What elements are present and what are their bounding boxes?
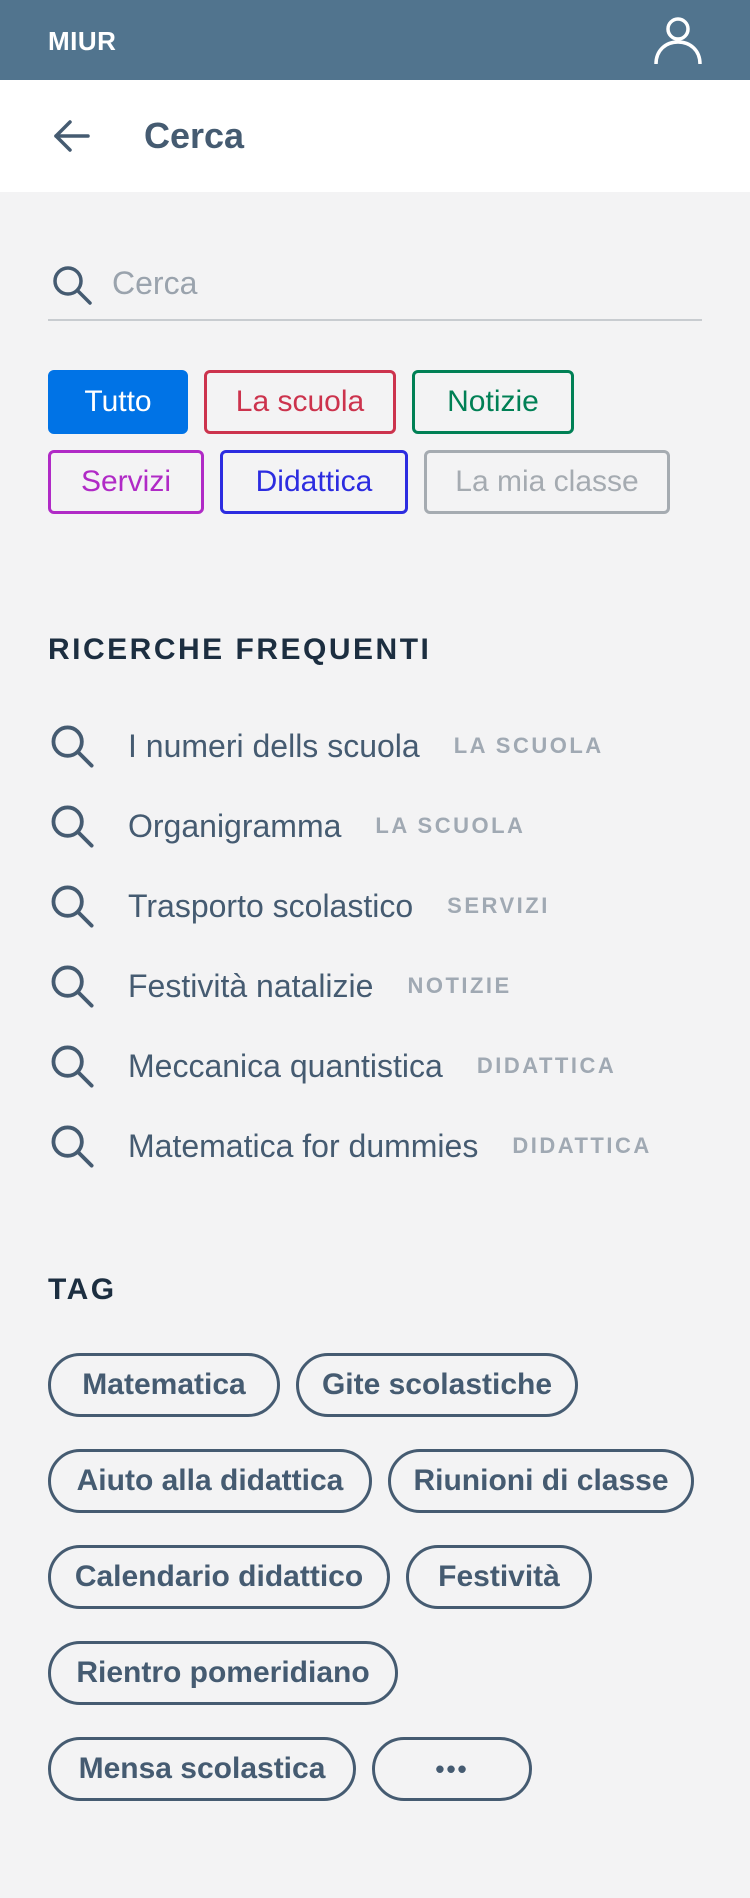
frequent-search-text: Organigramma: [128, 807, 342, 844]
frequent-search-text: Trasporto scolastico: [128, 887, 414, 924]
filter-label: Servizi: [80, 465, 171, 498]
search-icon: [53, 266, 92, 305]
filter-servizi[interactable]: Servizi: [48, 450, 204, 514]
frequent-searches-title: RICERCHE FREQUENTI: [48, 633, 432, 666]
frequent-search-item[interactable]: Matematica for dummies DIDATTICA: [48, 1116, 708, 1176]
frequent-search-category: SERVIZI: [447, 893, 550, 918]
filter-label: Notizie: [447, 385, 539, 418]
more-tags-button[interactable]: •••: [372, 1737, 532, 1801]
frequent-search-item[interactable]: Meccanica quantistica DIDATTICA: [48, 1036, 708, 1096]
search-input[interactable]: [112, 255, 692, 311]
frequent-search-category: DIDATTICA: [476, 1053, 617, 1078]
tag-chip[interactable]: Mensa scolastica: [48, 1737, 356, 1801]
search-icon: [51, 1045, 94, 1088]
search-icon: [51, 725, 94, 768]
search-icon: [51, 1125, 94, 1168]
frequent-search-category: DIDATTICA: [512, 1133, 652, 1158]
page-title: Cerca: [144, 115, 245, 156]
filter-didattica[interactable]: Didattica: [220, 450, 408, 514]
filter-label: Tutto: [84, 385, 152, 418]
brand-label: MIUR: [48, 26, 117, 56]
frequent-search-text: Meccanica quantistica: [128, 1047, 443, 1084]
tags-title: TAG: [48, 1273, 117, 1306]
filter-la-mia-classe[interactable]: La mia classe: [424, 450, 670, 514]
frequent-search-item[interactable]: I numeri dells scuola LA SCUOLA: [48, 716, 708, 776]
frequent-search-text: Festività natalizie: [128, 967, 374, 1004]
tag-chip[interactable]: Riunioni di classe: [388, 1449, 694, 1513]
tag-chip[interactable]: Festività: [406, 1545, 592, 1609]
frequent-search-category: LA SCUOLA: [453, 733, 604, 758]
tag-chip[interactable]: Calendario didattico: [48, 1545, 390, 1609]
top-bar: MIUR: [0, 0, 750, 80]
tag-chip[interactable]: Gite scolastiche: [296, 1353, 578, 1417]
filter-label: Didattica: [255, 465, 373, 498]
search-icon: [51, 805, 94, 848]
frequent-search-item[interactable]: Festività natalizie NOTIZIE: [48, 956, 708, 1016]
filter-label: La mia classe: [455, 465, 639, 498]
frequent-search-text: I numeri dells scuola: [128, 727, 420, 764]
filter-label: La scuola: [235, 385, 365, 418]
sub-header: [0, 80, 750, 192]
filter-tutto[interactable]: Tutto: [48, 370, 188, 434]
frequent-search-item[interactable]: Organigramma LA SCUOLA: [48, 796, 708, 856]
frequent-search-text: Matematica for dummies: [128, 1127, 479, 1164]
user-icon[interactable]: [652, 14, 704, 66]
frequent-search-item[interactable]: Trasporto scolastico SERVIZI: [48, 876, 708, 936]
frequent-search-category: NOTIZIE: [407, 973, 512, 998]
search-bar: [48, 255, 702, 321]
arrow-left-icon: [54, 120, 90, 152]
frequent-search-category: LA SCUOLA: [375, 813, 526, 838]
search-icon: [51, 965, 94, 1008]
back-button[interactable]: [48, 112, 96, 160]
tag-chip[interactable]: Matematica: [48, 1353, 280, 1417]
search-icon: [51, 885, 94, 928]
filter-la-scuola[interactable]: La scuola: [204, 370, 396, 434]
filter-notizie[interactable]: Notizie: [412, 370, 574, 434]
tag-chip[interactable]: Rientro pomeridiano: [48, 1641, 398, 1705]
tag-chip[interactable]: Aiuto alla didattica: [48, 1449, 372, 1513]
